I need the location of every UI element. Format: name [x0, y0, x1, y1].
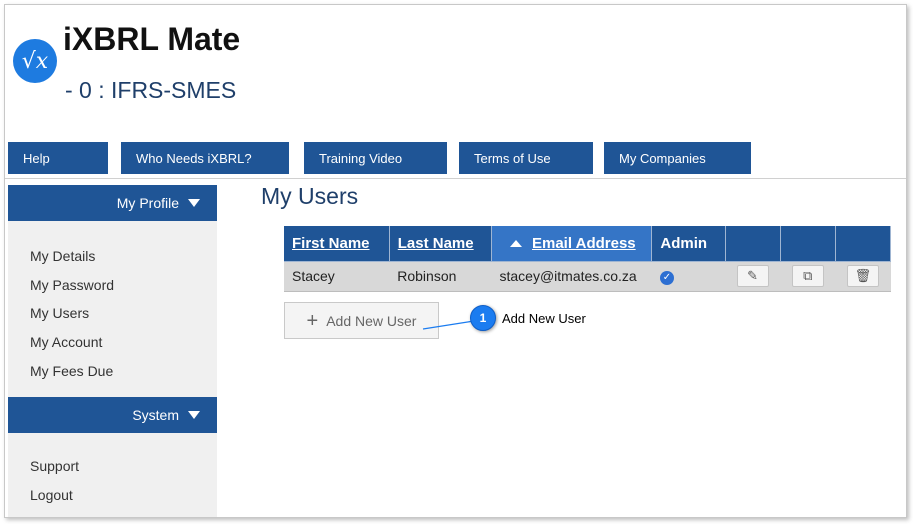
nav-divider [5, 178, 906, 179]
admin-check-icon: ✓ [659, 271, 674, 285]
sidebar-item-my-account[interactable]: My Account [30, 334, 102, 350]
sort-email-address-link[interactable]: Email Address [532, 235, 636, 252]
sidebar-item-my-password[interactable]: My Password [30, 277, 114, 293]
nav-terms-of-use-button[interactable]: Terms of Use [459, 142, 593, 174]
sidebar-profile-heading: My Profile [116, 195, 179, 211]
sidebar-system-header[interactable]: System [8, 397, 217, 433]
sidebar: My Profile My Details My Password My Use… [8, 185, 217, 517]
chevron-down-icon [188, 411, 200, 419]
cell-first-name: Stacey [284, 261, 390, 292]
sort-last-name-link[interactable]: Last Name [398, 235, 474, 252]
delete-user-button[interactable]: 🗑 [846, 265, 879, 287]
app-subtitle: - 0 : IFRS-SMES [65, 77, 237, 103]
column-header-edit [725, 226, 781, 262]
page-title: My Users [261, 183, 359, 209]
column-header-admin: Admin [651, 226, 726, 262]
top-nav: Help Who Needs iXBRL? Training Video Ter… [8, 142, 906, 174]
sort-first-name-link[interactable]: First Name [292, 235, 370, 252]
sidebar-item-my-details[interactable]: My Details [30, 248, 95, 264]
add-new-user-label: Add New User [326, 312, 417, 329]
column-header-first-name[interactable]: First Name [284, 226, 390, 262]
nav-my-companies-button[interactable]: My Companies [604, 142, 751, 174]
column-header-copy [780, 226, 836, 262]
copy-user-button[interactable]: ⧉ [791, 265, 824, 287]
users-table: First Name Last Name Email Address Admin… [284, 226, 892, 292]
app-window: √x iXBRL Mate - 0 : IFRS-SMES Help Who N… [4, 4, 907, 518]
sort-ascending-icon [510, 239, 522, 247]
pencil-icon: ✎ [747, 268, 759, 283]
edit-user-button[interactable]: ✎ [736, 265, 769, 287]
table-header-row: First Name Last Name Email Address Admin [284, 226, 892, 262]
trash-icon: 🗑 [854, 268, 872, 283]
column-header-last-name[interactable]: Last Name [389, 226, 493, 262]
nav-help-button[interactable]: Help [8, 142, 108, 174]
nav-who-needs-ixbrl-button[interactable]: Who Needs iXBRL? [121, 142, 289, 174]
column-header-email-address[interactable]: Email Address [491, 226, 653, 262]
cell-last-name: Robinson [389, 261, 492, 292]
cell-edit: ✎ [725, 261, 781, 292]
plus-icon: + [306, 309, 319, 332]
sidebar-item-support[interactable]: Support [30, 458, 79, 474]
add-new-user-button[interactable]: + Add New User [284, 302, 439, 339]
cell-delete: 🗑 [835, 261, 891, 292]
sidebar-profile-header[interactable]: My Profile [8, 185, 217, 221]
column-header-delete [835, 226, 892, 262]
callout-text: Add New User [502, 311, 586, 326]
cell-admin: ✓ [651, 261, 726, 292]
sidebar-system-heading: System [132, 407, 179, 423]
sidebar-item-my-fees-due[interactable]: My Fees Due [30, 363, 113, 379]
app-logo-icon: √x [13, 39, 57, 83]
app-title: iXBRL Mate [63, 21, 241, 57]
callout-number-badge: 1 [470, 305, 496, 331]
sidebar-item-logout[interactable]: Logout [30, 487, 73, 503]
cell-email: stacey@itmates.co.za [491, 261, 652, 292]
copy-icon: ⧉ [803, 268, 813, 283]
chevron-down-icon [188, 199, 200, 207]
nav-training-video-button[interactable]: Training Video [304, 142, 447, 174]
table-row: Stacey Robinson stacey@itmates.co.za ✓ ✎… [284, 261, 891, 292]
sidebar-item-my-users[interactable]: My Users [30, 305, 89, 321]
cell-copy: ⧉ [780, 261, 836, 292]
